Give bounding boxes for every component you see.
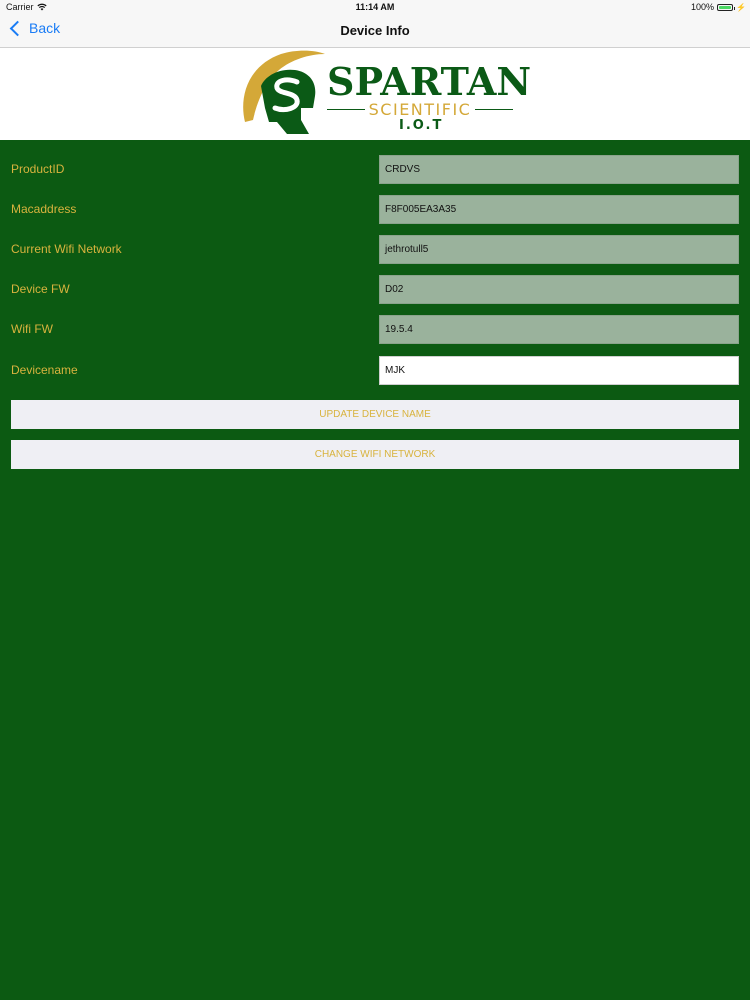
productid-label: ProductID [11,162,65,176]
battery-indicator: 100% ⚡ [691,2,746,12]
change-wifi-network-button[interactable]: CHANGE WIFI NETWORK [11,440,739,469]
battery-fill [719,5,732,9]
wifi-fw-label: Wifi FW [11,322,53,336]
charging-bolt-icon: ⚡ [736,2,746,12]
wifi-network-label: Current Wifi Network [11,242,122,256]
logo-tagline: I.O.T [399,118,444,133]
logo-wordmark: SPARTAN [327,59,532,104]
field-row-device-fw: Device FW D02 [0,275,750,305]
macaddress-field: F8F005EA3A35 [379,195,739,224]
logo-header: SPARTAN SCIENTIFIC I.O.T [0,48,750,140]
field-row-wifi-network: Current Wifi Network jethrotull5 [0,235,750,265]
field-row-devicename: Devicename [0,356,750,386]
logo-subtitle: SCIENTIFIC [327,100,513,119]
status-bar: Carrier 11:14 AM 100% ⚡ [0,0,750,14]
page-title: Device Info [340,23,410,38]
logo-subtitle-text: SCIENTIFIC [368,100,472,119]
devicename-label: Devicename [11,363,78,377]
status-time: 11:14 AM [355,2,395,12]
logo-rule-left [327,108,365,111]
wifi-network-field: jethrotull5 [379,235,739,264]
device-info-form: ProductID CRDVS Macaddress F8F005EA3A35 … [0,140,750,1000]
wifi-fw-field: 19.5.4 [379,315,739,344]
device-fw-label: Device FW [11,282,70,296]
productid-field: CRDVS [379,155,739,184]
navigation-bar: Back Device Info [0,14,750,48]
macaddress-label: Macaddress [11,202,77,216]
battery-percent: 100% [691,2,715,12]
spartan-helmet-icon [243,50,325,134]
battery-icon [717,3,736,11]
field-row-macaddress: Macaddress F8F005EA3A35 [0,195,750,225]
update-device-name-button[interactable]: UPDATE DEVICE NAME [11,400,739,429]
spartan-scientific-logo: SPARTAN SCIENTIFIC I.O.T [235,48,531,140]
field-row-wifi-fw: Wifi FW 19.5.4 [0,315,750,345]
field-row-productid: ProductID CRDVS [0,155,750,185]
device-fw-field: D02 [379,275,739,304]
logo-rule-right [475,108,513,111]
devicename-input[interactable] [379,356,739,385]
